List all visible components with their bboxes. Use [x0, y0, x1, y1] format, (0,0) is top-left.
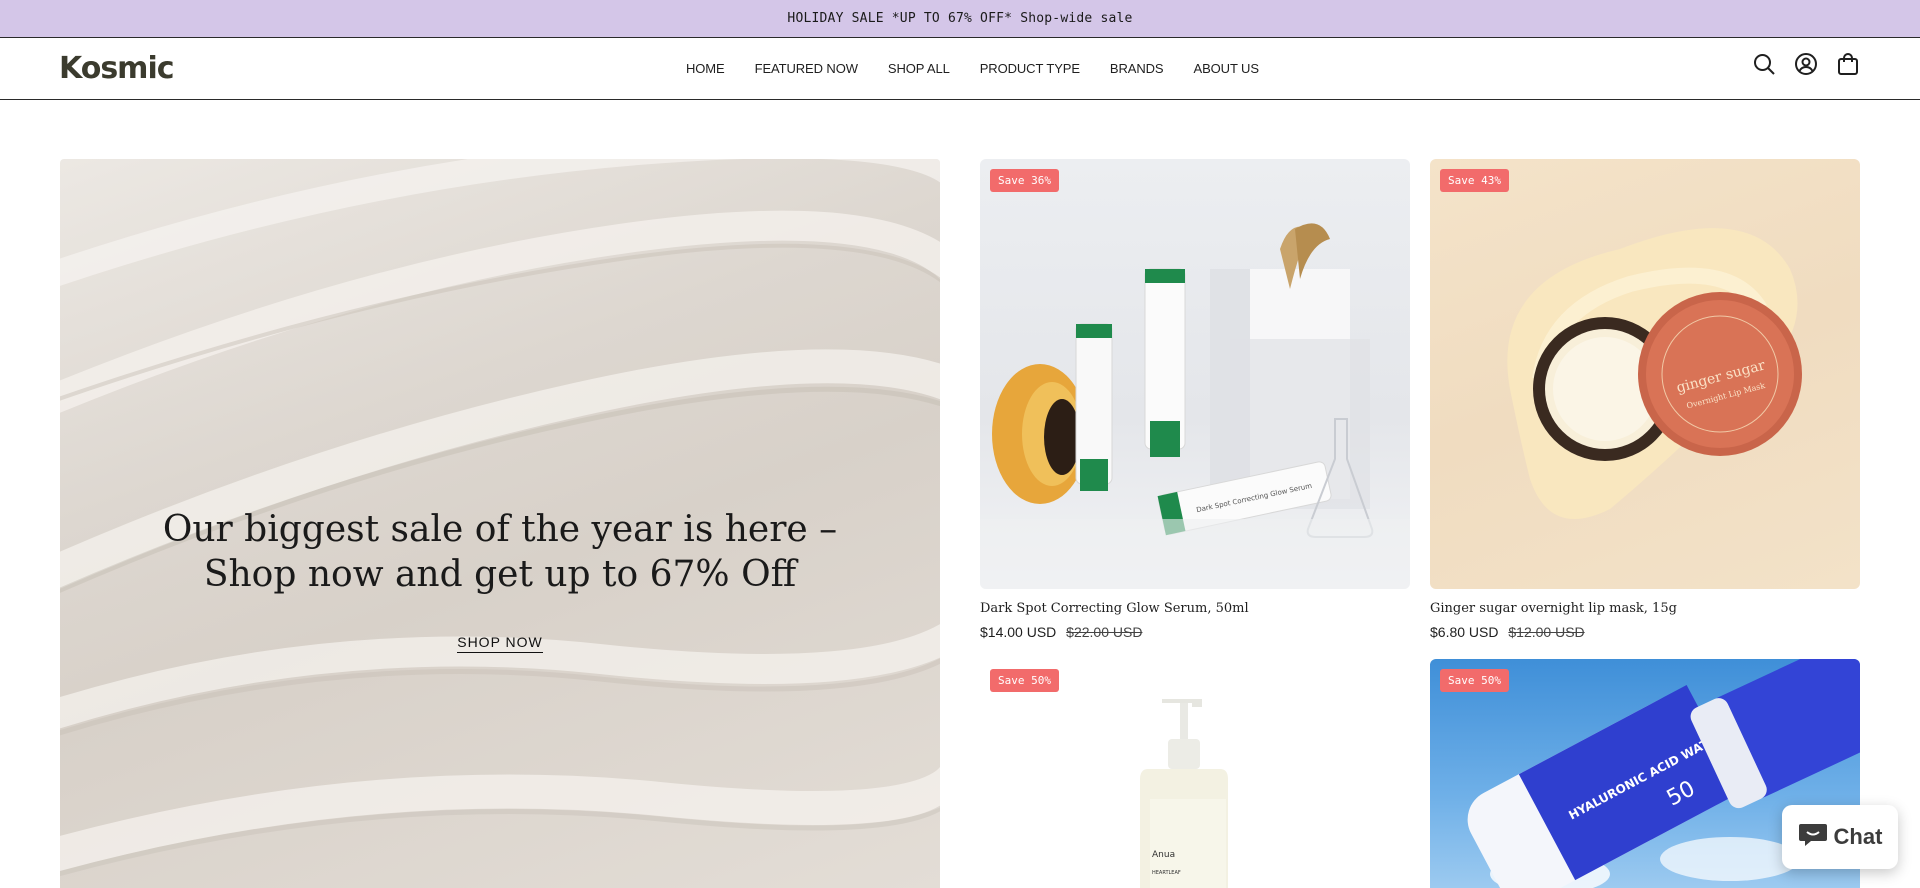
product-name[interactable]: Ginger sugar overnight lip mask, 15g: [1430, 601, 1860, 616]
product-image[interactable]: Dark Spot Correcting Glow Serum Save 36%: [980, 159, 1410, 589]
nav-shop-all[interactable]: SHOP ALL: [888, 61, 950, 76]
main-nav: HOME FEATURED NOW SHOP ALL PRODUCT TYPE …: [686, 38, 1289, 99]
discount-badge: Save 50%: [990, 669, 1059, 692]
cart-icon[interactable]: [1836, 52, 1860, 76]
discount-badge: Save 50%: [1440, 669, 1509, 692]
product-image[interactable]: Anua HEARTLEAF Save 50%: [980, 659, 1410, 888]
product-name[interactable]: Dark Spot Correcting Glow Serum, 50ml: [980, 601, 1410, 616]
svg-text:Anua: Anua: [1152, 850, 1175, 860]
nav-home[interactable]: HOME: [686, 61, 725, 76]
product-card[interactable]: Dark Spot Correcting Glow Serum Save 36%…: [980, 159, 1410, 640]
cleansing-oil-product-photo: Anua HEARTLEAF: [1140, 699, 1228, 888]
nav-featured-now[interactable]: FEATURED NOW: [755, 61, 858, 76]
product-image[interactable]: ginger sugar Overnight Lip Mask Save 43%: [1430, 159, 1860, 589]
account-icon[interactable]: [1794, 52, 1818, 76]
svg-text:HEARTLEAF: HEARTLEAF: [1152, 870, 1181, 876]
logo[interactable]: Kosmic: [59, 51, 175, 86]
serum-product-photo: Dark Spot Correcting Glow Serum: [980, 223, 1410, 589]
nav-product-type[interactable]: PRODUCT TYPE: [980, 61, 1080, 76]
compare-price: $12.00 USD: [1508, 624, 1585, 640]
header-icons: [1752, 52, 1860, 76]
product-card[interactable]: ginger sugar Overnight Lip Mask Save 43%…: [1430, 159, 1860, 640]
sale-price: $14.00 USD: [980, 624, 1057, 640]
shop-now-link[interactable]: SHOP NOW: [60, 634, 940, 653]
product-prices: $14.00 USD $22.00 USD: [980, 624, 1410, 640]
discount-badge: Save 36%: [990, 169, 1059, 192]
site-header: Kosmic HOME FEATURED NOW SHOP ALL PRODUC…: [0, 37, 1920, 100]
chat-label: Chat: [1833, 824, 1883, 849]
chat-bubble-icon: [1798, 820, 1828, 854]
product-prices: $6.80 USD $12.00 USD: [1430, 624, 1860, 640]
nav-about-us[interactable]: ABOUT US: [1194, 61, 1260, 76]
nav-brands[interactable]: BRANDS: [1110, 61, 1164, 76]
hero-title: Our biggest sale of the year is here – S…: [162, 509, 838, 595]
product-card[interactable]: Anua HEARTLEAF Save 50%: [980, 659, 1410, 888]
lip-mask-product-photo: ginger sugar Overnight Lip Mask: [1507, 228, 1802, 519]
announcement-text: HOLIDAY SALE *UP TO 67% OFF* Shop-wide s…: [787, 11, 1133, 26]
discount-badge: Save 43%: [1440, 169, 1509, 192]
sale-price: $6.80 USD: [1430, 624, 1499, 640]
hero-banner: Our biggest sale of the year is here – S…: [60, 159, 940, 888]
chat-button[interactable]: Chat: [1782, 805, 1898, 869]
search-icon[interactable]: [1752, 52, 1776, 76]
announcement-bar: HOLIDAY SALE *UP TO 67% OFF* Shop-wide s…: [0, 0, 1920, 37]
compare-price: $22.00 USD: [1066, 624, 1143, 640]
